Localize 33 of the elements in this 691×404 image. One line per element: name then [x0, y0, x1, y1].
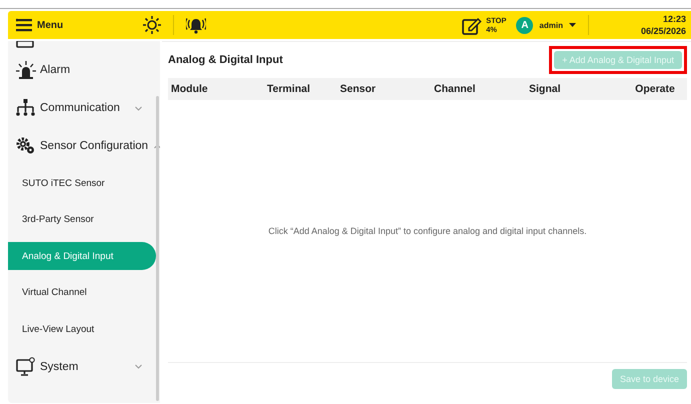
user-menu[interactable]: A admin [516, 16, 576, 34]
sidebar-subitem[interactable]: SUTO iTEC Sensor [8, 169, 156, 197]
panel-title: Analog & Digital Input [168, 54, 283, 66]
monitor-icon [16, 356, 36, 376]
network-icon [16, 98, 36, 118]
empty-message: Click “Add Analog & Digital Input” to configure analog and digital input channels. [268, 226, 587, 236]
user-name: admin [539, 20, 563, 30]
scrollbar[interactable] [156, 96, 159, 401]
sidebar-subitem[interactable]: Virtual Channel [8, 278, 156, 306]
sidebar-subitem[interactable]: 3rd-Party Sensor [8, 206, 156, 234]
column-header: Terminal [267, 83, 311, 95]
clock-date: 06/25/2026 [640, 25, 686, 37]
caret-icon [568, 23, 576, 27]
column-header: Sensor [340, 83, 377, 95]
column-header: Channel [434, 83, 476, 95]
siren-icon [16, 60, 36, 80]
column-header: Operate [634, 83, 676, 95]
edit-icon[interactable] [462, 16, 482, 34]
sidebar-item[interactable]: System [8, 348, 156, 386]
menu-icon [16, 18, 32, 32]
sidebar-item[interactable]: Communication [8, 89, 156, 127]
sun-icon[interactable] [143, 16, 162, 34]
avatar: A [516, 16, 534, 34]
menu-button[interactable]: Menu [16, 18, 64, 32]
tray-icon[interactable] [16, 41, 36, 48]
clock-time: 12:23 [662, 13, 686, 25]
column-header: Signal [529, 83, 562, 95]
sidebar-subitem[interactable]: Live-View Layout [8, 315, 156, 343]
bell-icon[interactable] [186, 16, 206, 34]
sidebar-item[interactable]: Sensor Configuration [8, 127, 156, 165]
sidebar-item[interactable]: Alarm [8, 51, 156, 89]
column-header: Module [171, 83, 209, 95]
gears-icon [16, 136, 36, 156]
